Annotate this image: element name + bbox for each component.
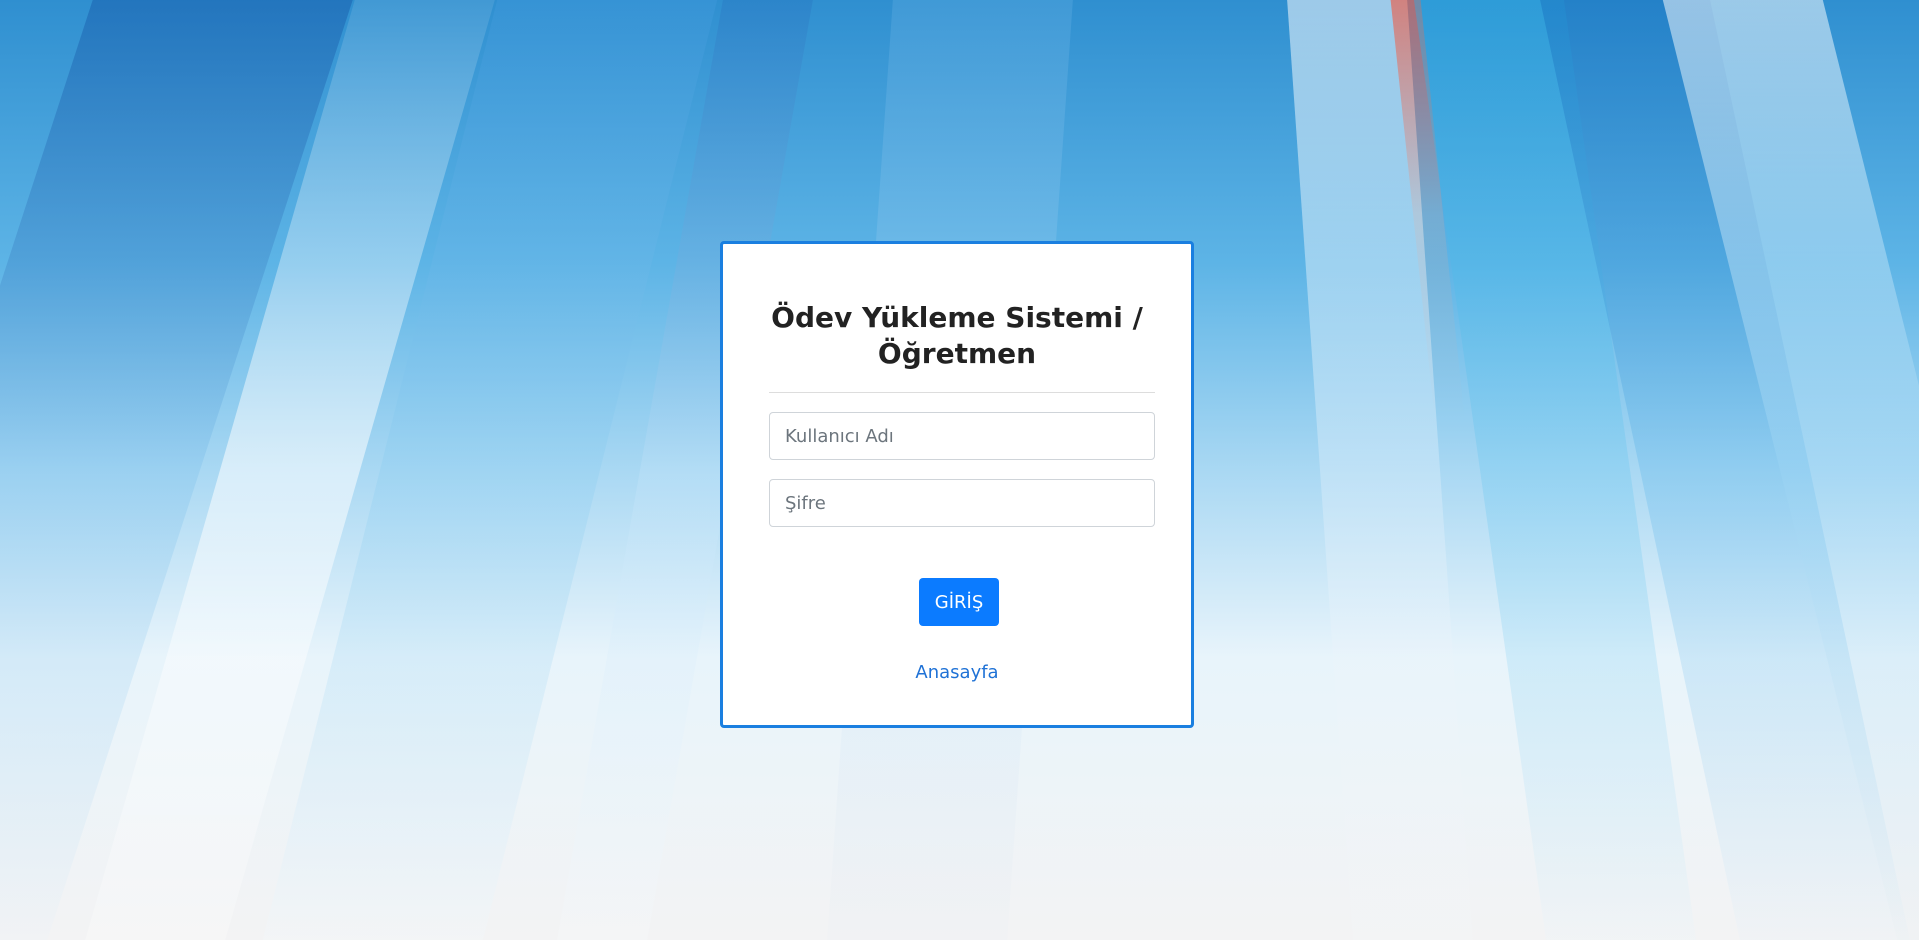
login-card: Ödev Yükleme Sistemi / Öğretmen GİRİŞ An… [720,241,1194,728]
username-input[interactable] [769,412,1155,460]
page-title: Ödev Yükleme Sistemi / Öğretmen [771,301,1143,370]
home-link[interactable]: Anasayfa [723,661,1191,685]
divider [769,392,1155,393]
password-input[interactable] [769,479,1155,527]
login-button[interactable]: GİRİŞ [919,578,999,626]
